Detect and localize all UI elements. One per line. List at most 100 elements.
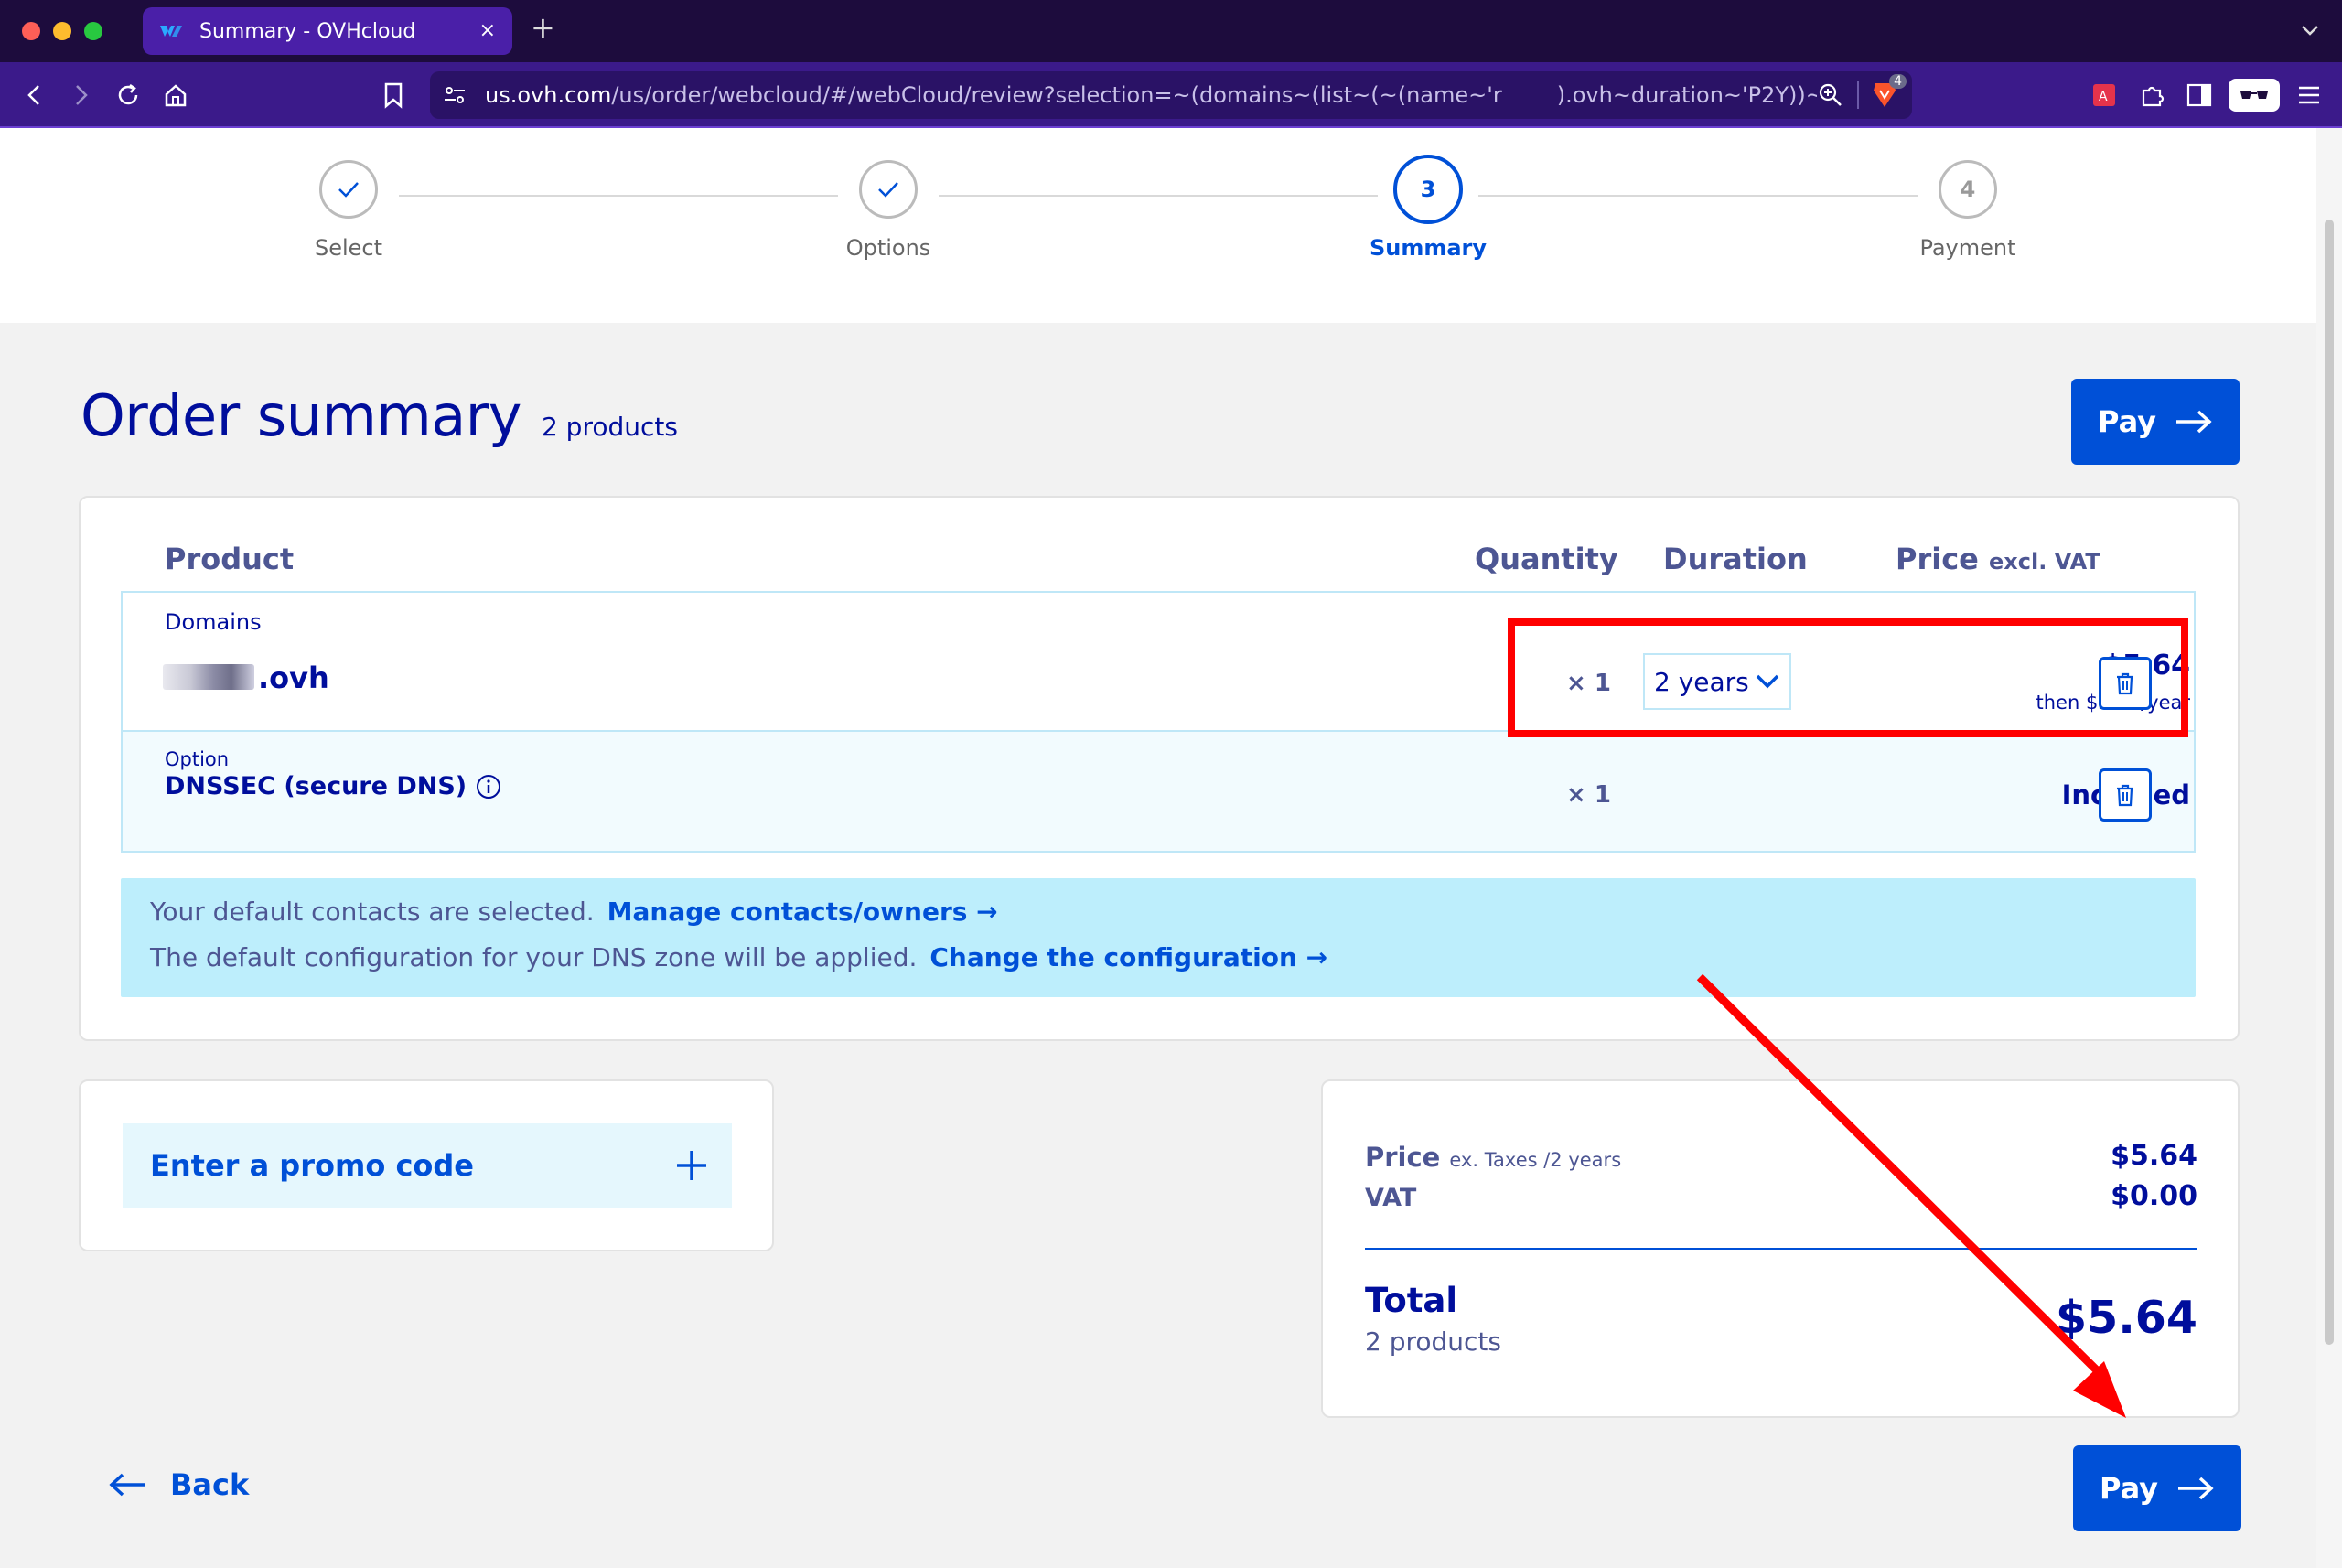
step-label: Options — [845, 235, 931, 261]
step-connector — [1478, 195, 1918, 197]
sidebar-toggle-icon[interactable] — [2183, 79, 2216, 112]
bookmark-icon[interactable] — [377, 79, 410, 112]
total-count: 2 products — [1365, 1326, 1501, 1357]
minimize-window-button[interactable] — [53, 22, 71, 40]
promo-code-toggle[interactable]: Enter a promo code — [123, 1123, 732, 1208]
leo-wallet-icon[interactable] — [2229, 79, 2280, 112]
pay-label: Pay — [2097, 404, 2157, 439]
table-row: Option DNSSEC (secure DNS) × 1 Included — [123, 732, 2194, 851]
total-value: $5.64 — [2056, 1292, 2197, 1344]
contacts-info-line: Your default contacts are selected. Manag… — [150, 897, 998, 927]
column-header-duration: Duration — [1663, 542, 1808, 576]
pay-label: Pay — [2099, 1471, 2159, 1506]
trash-icon — [2117, 784, 2133, 807]
step-label: Select — [314, 235, 383, 261]
url-host: us.ovh.com — [485, 82, 612, 108]
price-header-label: Price — [1896, 542, 1979, 576]
promo-label: Enter a promo code — [150, 1148, 474, 1183]
delete-option-button[interactable] — [2099, 768, 2152, 822]
translate-extension-icon[interactable]: A — [2088, 79, 2121, 112]
manage-contacts-label: Manage contacts/owners — [607, 897, 968, 927]
brave-shields-icon[interactable]: 4 — [1872, 74, 1907, 111]
plus-icon — [677, 1151, 706, 1180]
step-label: Summary — [1369, 235, 1488, 261]
browser-nav-bar: us.ovh.com/us/order/webcloud/#/webCloud/… — [0, 62, 2342, 128]
manage-contacts-link[interactable]: Manage contacts/owners → — [607, 897, 998, 927]
pay-button-top[interactable]: Pay — [2071, 379, 2240, 465]
back-button[interactable]: Back — [108, 1467, 249, 1502]
back-nav-icon[interactable] — [18, 79, 51, 112]
browser-menu-icon[interactable] — [2293, 79, 2326, 112]
redacted-domain-name — [163, 664, 254, 690]
reload-icon[interactable] — [112, 79, 145, 112]
arrow-right-icon — [2178, 1477, 2214, 1500]
page-heading: Order summary 2 products — [81, 382, 678, 449]
price-row-label: Price ex. Taxes /2 years — [1365, 1142, 1621, 1173]
option-price: Included — [1934, 779, 2190, 811]
page-title: Order summary — [81, 382, 521, 449]
info-icon[interactable] — [476, 774, 501, 800]
totals-card: Price ex. Taxes /2 years $5.64 VAT $0.00… — [1321, 1079, 2240, 1418]
tab-close-icon[interactable]: × — [479, 21, 496, 41]
pay-button-bottom[interactable]: Pay — [2073, 1445, 2241, 1531]
column-header-quantity: Quantity — [1475, 542, 1618, 576]
step-done-circle — [859, 160, 918, 219]
row-category: Domains — [165, 609, 262, 635]
change-configuration-link[interactable]: Change the configuration → — [929, 942, 1327, 972]
contacts-text: Your default contacts are selected. — [150, 897, 595, 927]
new-tab-button[interactable]: + — [531, 13, 555, 42]
url-path: /us/order/webcloud/#/webCloud/review?sel… — [611, 82, 1502, 108]
annotation-highlight-box — [1508, 618, 2188, 737]
vat-label: VAT — [1365, 1184, 1417, 1212]
column-header-price: Price excl. VAT — [1896, 542, 2100, 576]
step-select[interactable]: Select — [257, 160, 440, 261]
browser-tab[interactable]: Summary - OVHcloud × — [143, 7, 512, 55]
step-connector — [399, 195, 838, 197]
dns-text: The default configuration for your DNS z… — [150, 942, 918, 972]
browser-tab-bar: Summary - OVHcloud × + — [0, 0, 2342, 62]
configuration-info-banner: Your default contacts are selected. Manag… — [121, 878, 2196, 997]
shields-count-badge: 4 — [1889, 74, 1907, 89]
product-count: 2 products — [541, 412, 678, 442]
svg-text:A: A — [2099, 90, 2108, 104]
step-done-circle — [319, 160, 378, 219]
vat-value: $0.00 — [2111, 1180, 2197, 1212]
ovhcloud-favicon-icon — [160, 26, 182, 37]
page-scrollbar[interactable] — [2316, 128, 2342, 1568]
tab-list-chevron-icon[interactable] — [2298, 18, 2322, 42]
option-name-wrap: DNSSEC (secure DNS) — [165, 772, 501, 800]
zoom-icon[interactable] — [1817, 81, 1844, 109]
maximize-window-button[interactable] — [84, 22, 102, 40]
quantity-value: × 1 — [1566, 781, 1611, 809]
price-value: $5.64 — [2111, 1140, 2197, 1172]
extensions-puzzle-icon[interactable] — [2135, 79, 2168, 112]
back-label: Back — [170, 1467, 250, 1502]
order-stepper: Select Options 3 Summary 4 Payment — [0, 128, 2316, 323]
change-configuration-label: Change the configuration — [929, 942, 1297, 972]
total-label: Total — [1365, 1281, 1458, 1320]
tab-title: Summary - OVHcloud — [199, 19, 416, 43]
url-text: us.ovh.com/us/order/webcloud/#/webCloud/… — [485, 82, 1817, 108]
option-name: DNSSEC (secure DNS) — [165, 772, 467, 800]
url-tail: ).ovh~duration~'P2Y))~opti... — [1556, 82, 1817, 108]
totals-divider — [1365, 1248, 2197, 1250]
home-icon[interactable] — [159, 79, 192, 112]
arrow-right-icon — [2176, 410, 2212, 434]
price-header-suffix: excl. VAT — [1989, 549, 2100, 575]
address-bar[interactable]: us.ovh.com/us/order/webcloud/#/webCloud/… — [430, 71, 1912, 119]
step-options[interactable]: Options — [797, 160, 980, 261]
checkmark-icon — [338, 182, 359, 198]
price-label: Price — [1365, 1142, 1441, 1173]
scrollbar-thumb[interactable] — [2325, 220, 2334, 1345]
close-window-button[interactable] — [22, 22, 40, 40]
step-label: Payment — [1919, 235, 2016, 261]
price-suffix: ex. Taxes /2 years — [1449, 1149, 1622, 1171]
site-settings-icon[interactable] — [443, 84, 467, 106]
row-category: Option — [165, 748, 230, 770]
step-summary: 3 Summary — [1337, 155, 1520, 261]
domain-name: .ovh — [258, 660, 329, 695]
forward-nav-icon[interactable] — [64, 79, 97, 112]
checkmark-icon — [878, 182, 898, 198]
step-connector — [939, 195, 1378, 197]
step-number: 4 — [1939, 160, 1997, 219]
